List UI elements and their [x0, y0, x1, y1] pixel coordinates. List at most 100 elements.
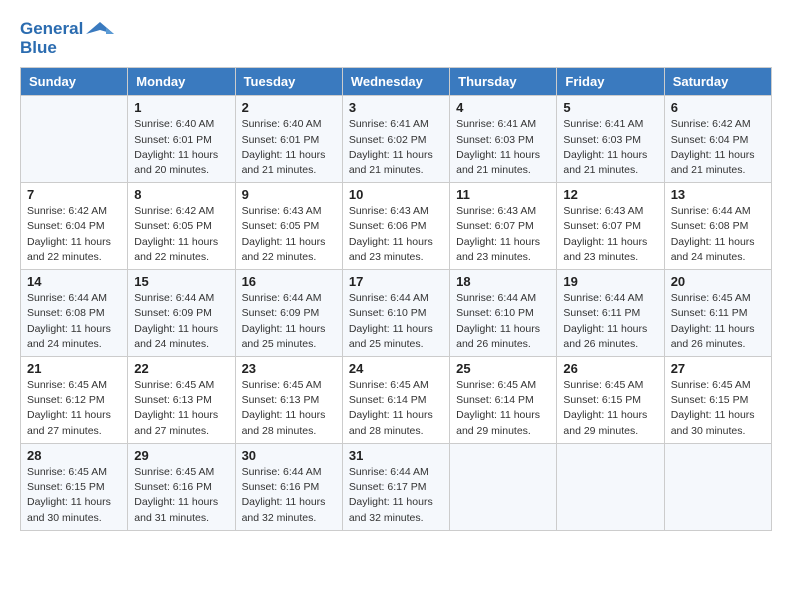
day-info: Sunrise: 6:44 AMSunset: 6:17 PMDaylight:…: [349, 465, 443, 526]
day-info: Sunrise: 6:44 AMSunset: 6:08 PMDaylight:…: [27, 291, 121, 352]
day-info: Sunrise: 6:45 AMSunset: 6:15 PMDaylight:…: [563, 378, 657, 439]
day-number: 22: [134, 361, 228, 376]
logo: General Blue: [20, 20, 114, 57]
calendar-cell: 29 Sunrise: 6:45 AMSunset: 6:16 PMDayligh…: [128, 443, 235, 530]
col-header-sunday: Sunday: [21, 68, 128, 96]
calendar-cell: 4 Sunrise: 6:41 AMSunset: 6:03 PMDaylight…: [450, 96, 557, 183]
day-number: 5: [563, 100, 657, 115]
calendar-cell: 24 Sunrise: 6:45 AMSunset: 6:14 PMDayligh…: [342, 357, 449, 444]
day-info: Sunrise: 6:41 AMSunset: 6:03 PMDaylight:…: [563, 117, 657, 178]
day-info: Sunrise: 6:44 AMSunset: 6:11 PMDaylight:…: [563, 291, 657, 352]
day-number: 12: [563, 187, 657, 202]
day-number: 17: [349, 274, 443, 289]
day-number: 6: [671, 100, 765, 115]
calendar-cell: [557, 443, 664, 530]
day-info: Sunrise: 6:45 AMSunset: 6:13 PMDaylight:…: [242, 378, 336, 439]
calendar-cell: 30Sunrise: 6:44 AMSunset: 6:16 PMDayligh…: [235, 443, 342, 530]
week-row-2: 14 Sunrise: 6:44 AMSunset: 6:08 PMDayligh…: [21, 270, 772, 357]
day-number: 10: [349, 187, 443, 202]
calendar-cell: 25 Sunrise: 6:45 AMSunset: 6:14 PMDayligh…: [450, 357, 557, 444]
day-info: Sunrise: 6:41 AMSunset: 6:03 PMDaylight:…: [456, 117, 550, 178]
calendar-cell: [450, 443, 557, 530]
calendar-cell: 8 Sunrise: 6:42 AMSunset: 6:05 PMDaylight…: [128, 183, 235, 270]
day-info: Sunrise: 6:44 AMSunset: 6:09 PMDaylight:…: [242, 291, 336, 352]
day-info: Sunrise: 6:44 AMSunset: 6:10 PMDaylight:…: [456, 291, 550, 352]
day-info: Sunrise: 6:41 AMSunset: 6:02 PMDaylight:…: [349, 117, 443, 178]
day-info: Sunrise: 6:42 AMSunset: 6:04 PMDaylight:…: [671, 117, 765, 178]
day-number: 2: [242, 100, 336, 115]
calendar-cell: 17Sunrise: 6:44 AMSunset: 6:10 PMDayligh…: [342, 270, 449, 357]
day-info: Sunrise: 6:44 AMSunset: 6:09 PMDaylight:…: [134, 291, 228, 352]
day-number: 25: [456, 361, 550, 376]
logo-bird-icon: [86, 20, 114, 48]
day-info: Sunrise: 6:43 AMSunset: 6:07 PMDaylight:…: [456, 204, 550, 265]
calendar-cell: 2 Sunrise: 6:40 AMSunset: 6:01 PMDaylight…: [235, 96, 342, 183]
day-info: Sunrise: 6:42 AMSunset: 6:04 PMDaylight:…: [27, 204, 121, 265]
day-number: 3: [349, 100, 443, 115]
col-header-tuesday: Tuesday: [235, 68, 342, 96]
day-info: Sunrise: 6:45 AMSunset: 6:13 PMDaylight:…: [134, 378, 228, 439]
day-info: Sunrise: 6:45 AMSunset: 6:14 PMDaylight:…: [349, 378, 443, 439]
calendar-cell: 27Sunrise: 6:45 AMSunset: 6:15 PMDayligh…: [664, 357, 771, 444]
col-header-saturday: Saturday: [664, 68, 771, 96]
calendar-cell: 1 Sunrise: 6:40 AMSunset: 6:01 PMDaylight…: [128, 96, 235, 183]
calendar-cell: 13 Sunrise: 6:44 AMSunset: 6:08 PMDayligh…: [664, 183, 771, 270]
calendar-cell: 21 Sunrise: 6:45 AMSunset: 6:12 PMDayligh…: [21, 357, 128, 444]
day-info: Sunrise: 6:43 AMSunset: 6:06 PMDaylight:…: [349, 204, 443, 265]
logo-text-general: General: [20, 20, 83, 39]
calendar-cell: [664, 443, 771, 530]
day-number: 14: [27, 274, 121, 289]
logo-text-blue: Blue: [20, 39, 83, 58]
day-number: 20: [671, 274, 765, 289]
calendar-cell: 14 Sunrise: 6:44 AMSunset: 6:08 PMDayligh…: [21, 270, 128, 357]
calendar-cell: 18Sunrise: 6:44 AMSunset: 6:10 PMDayligh…: [450, 270, 557, 357]
calendar-cell: 3 Sunrise: 6:41 AMSunset: 6:02 PMDaylight…: [342, 96, 449, 183]
day-info: Sunrise: 6:40 AMSunset: 6:01 PMDaylight:…: [242, 117, 336, 178]
day-number: 11: [456, 187, 550, 202]
day-number: 21: [27, 361, 121, 376]
calendar-cell: 16 Sunrise: 6:44 AMSunset: 6:09 PMDayligh…: [235, 270, 342, 357]
day-number: 24: [349, 361, 443, 376]
day-info: Sunrise: 6:44 AMSunset: 6:16 PMDaylight:…: [242, 465, 336, 526]
day-info: Sunrise: 6:44 AMSunset: 6:08 PMDaylight:…: [671, 204, 765, 265]
day-info: Sunrise: 6:42 AMSunset: 6:05 PMDaylight:…: [134, 204, 228, 265]
week-row-3: 21 Sunrise: 6:45 AMSunset: 6:12 PMDayligh…: [21, 357, 772, 444]
calendar-cell: [21, 96, 128, 183]
day-info: Sunrise: 6:45 AMSunset: 6:12 PMDaylight:…: [27, 378, 121, 439]
calendar-cell: 11 Sunrise: 6:43 AMSunset: 6:07 PMDayligh…: [450, 183, 557, 270]
day-number: 8: [134, 187, 228, 202]
day-info: Sunrise: 6:45 AMSunset: 6:14 PMDaylight:…: [456, 378, 550, 439]
week-row-0: 1 Sunrise: 6:40 AMSunset: 6:01 PMDaylight…: [21, 96, 772, 183]
calendar-cell: 10 Sunrise: 6:43 AMSunset: 6:06 PMDayligh…: [342, 183, 449, 270]
day-number: 29: [134, 448, 228, 463]
day-number: 15: [134, 274, 228, 289]
calendar-cell: 5 Sunrise: 6:41 AMSunset: 6:03 PMDaylight…: [557, 96, 664, 183]
col-header-thursday: Thursday: [450, 68, 557, 96]
day-number: 16: [242, 274, 336, 289]
day-number: 4: [456, 100, 550, 115]
calendar-table: SundayMondayTuesdayWednesdayThursdayFrid…: [20, 67, 772, 530]
day-info: Sunrise: 6:45 AMSunset: 6:15 PMDaylight:…: [27, 465, 121, 526]
calendar-cell: 19Sunrise: 6:44 AMSunset: 6:11 PMDayligh…: [557, 270, 664, 357]
day-number: 1: [134, 100, 228, 115]
calendar-cell: 26 Sunrise: 6:45 AMSunset: 6:15 PMDayligh…: [557, 357, 664, 444]
calendar-cell: 28 Sunrise: 6:45 AMSunset: 6:15 PMDayligh…: [21, 443, 128, 530]
day-number: 13: [671, 187, 765, 202]
day-info: Sunrise: 6:40 AMSunset: 6:01 PMDaylight:…: [134, 117, 228, 178]
day-number: 26: [563, 361, 657, 376]
day-info: Sunrise: 6:45 AMSunset: 6:16 PMDaylight:…: [134, 465, 228, 526]
day-number: 31: [349, 448, 443, 463]
day-number: 23: [242, 361, 336, 376]
col-header-monday: Monday: [128, 68, 235, 96]
calendar-cell: 22 Sunrise: 6:45 AMSunset: 6:13 PMDayligh…: [128, 357, 235, 444]
col-header-friday: Friday: [557, 68, 664, 96]
calendar-cell: 23 Sunrise: 6:45 AMSunset: 6:13 PMDayligh…: [235, 357, 342, 444]
week-row-1: 7Sunrise: 6:42 AMSunset: 6:04 PMDaylight…: [21, 183, 772, 270]
page-header: General Blue: [20, 20, 772, 57]
day-number: 28: [27, 448, 121, 463]
day-info: Sunrise: 6:43 AMSunset: 6:05 PMDaylight:…: [242, 204, 336, 265]
day-number: 27: [671, 361, 765, 376]
calendar-cell: 6 Sunrise: 6:42 AMSunset: 6:04 PMDaylight…: [664, 96, 771, 183]
logo-container: General Blue: [20, 20, 114, 57]
calendar-cell: 9Sunrise: 6:43 AMSunset: 6:05 PMDaylight…: [235, 183, 342, 270]
